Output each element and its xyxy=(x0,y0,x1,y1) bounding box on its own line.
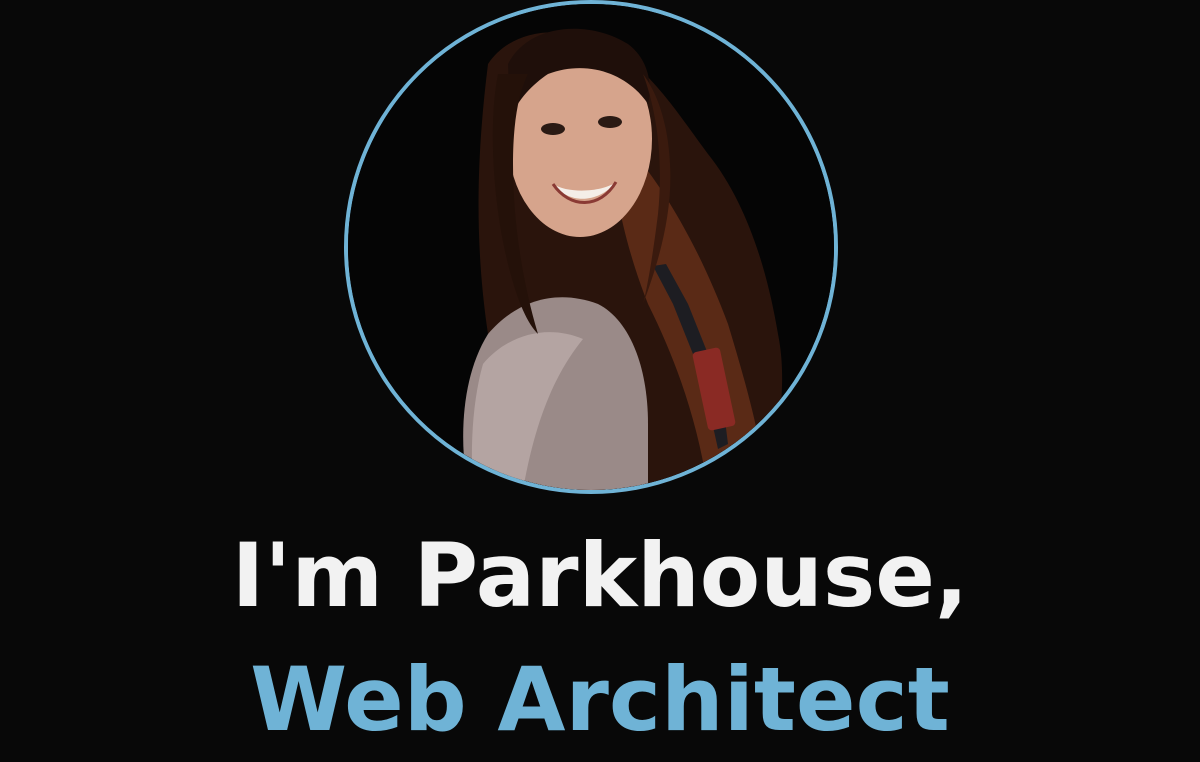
hero-section: I'm Parkhouse, Web Architect xyxy=(0,0,1200,762)
profile-photo xyxy=(348,4,834,490)
profile-avatar xyxy=(344,0,838,494)
greeting-heading: I'm Parkhouse, xyxy=(231,524,969,627)
role-heading: Web Architect xyxy=(250,648,950,751)
